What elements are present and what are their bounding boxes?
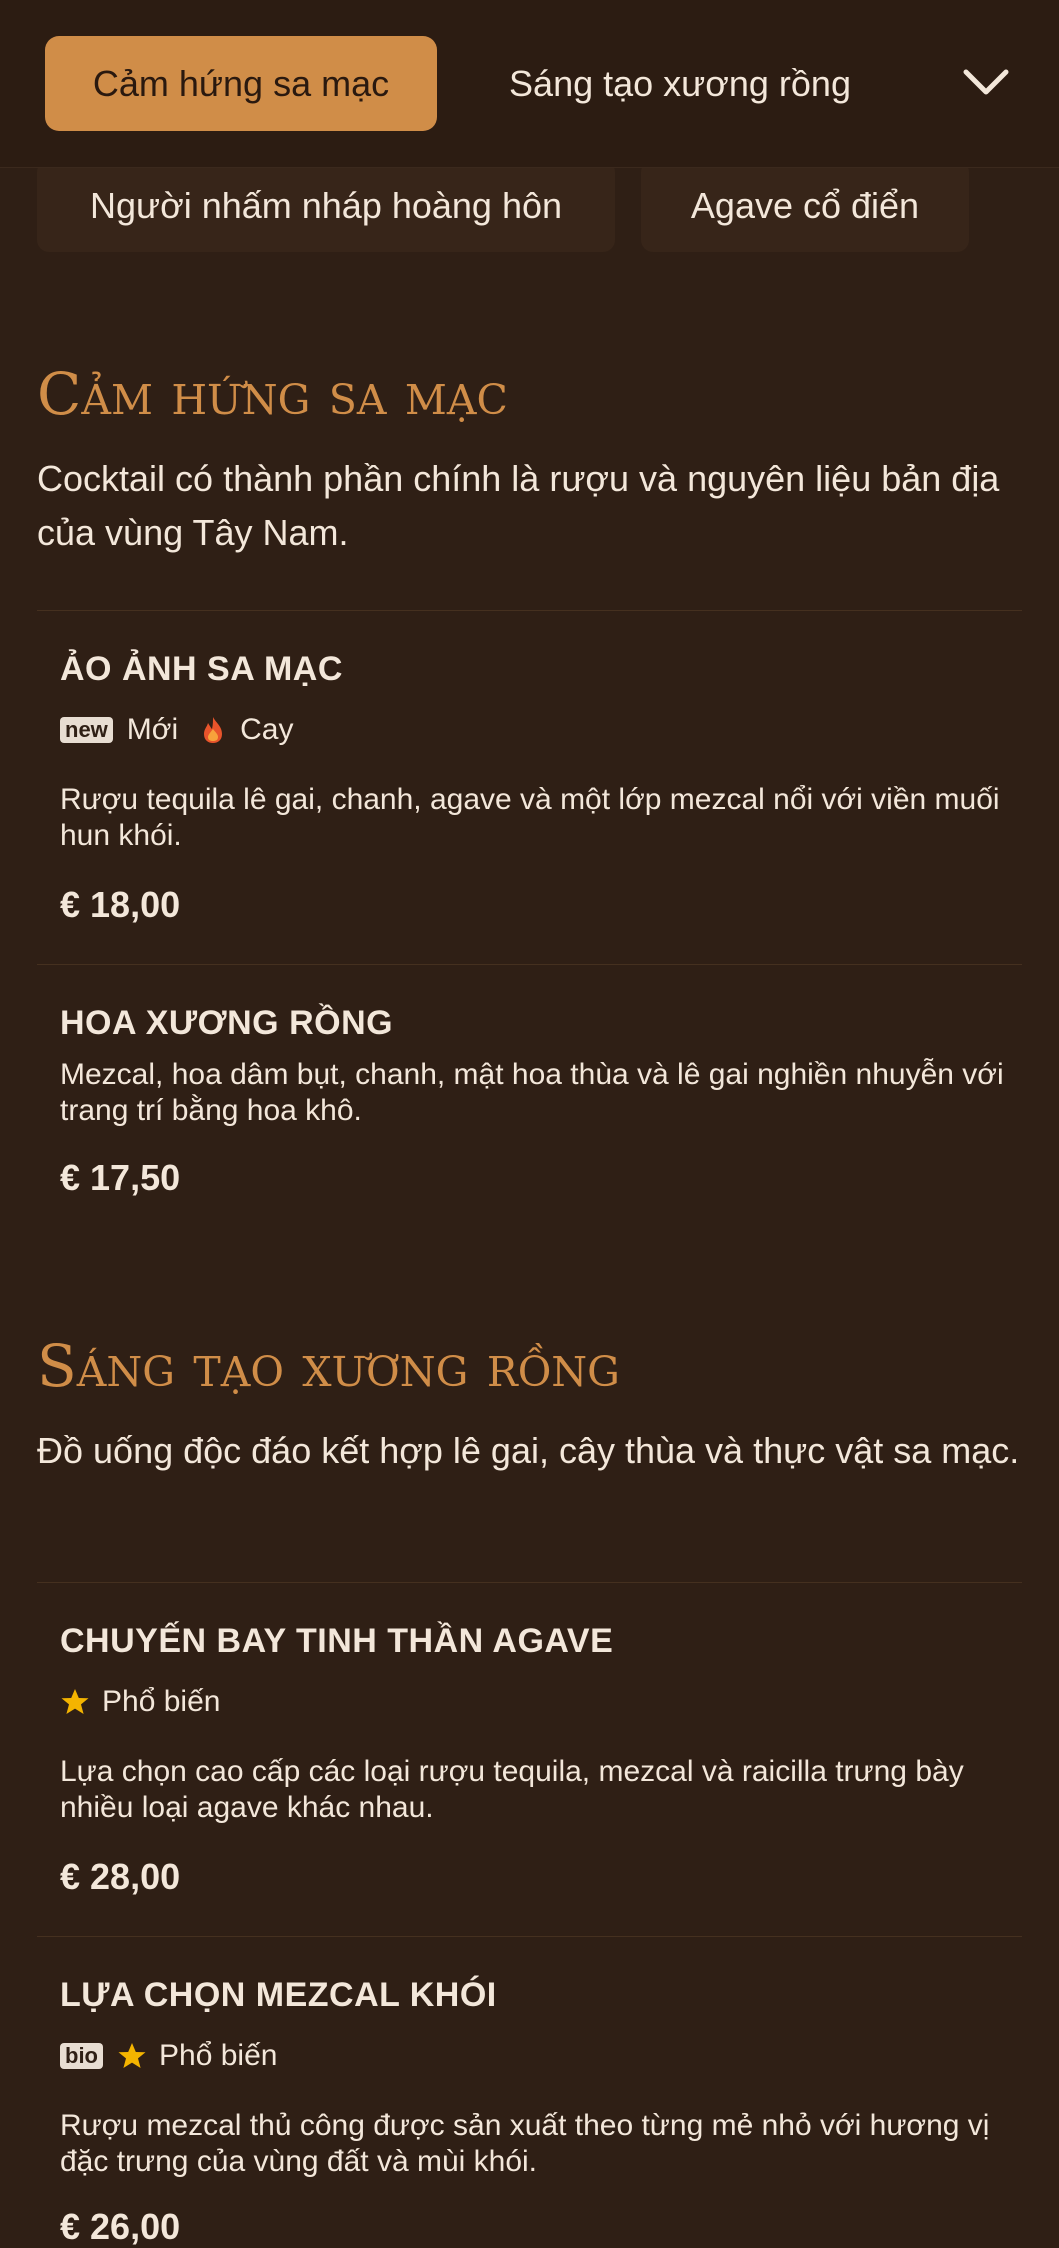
section-title: Cảm hứng sa mạc xyxy=(37,360,508,428)
star-icon xyxy=(61,1689,89,1714)
badge-label: Phổ biến xyxy=(102,1685,221,1718)
tab-label: Agave cổ điển xyxy=(690,185,920,226)
divider xyxy=(37,964,1022,965)
section-title: Sáng tạo xương rồng xyxy=(37,1332,620,1400)
divider xyxy=(37,1582,1022,1583)
item-description: Lựa chọn cao cấp các loại rượu tequila, … xyxy=(60,1755,964,1824)
item-name: LỰA CHỌN MEZCAL KHÓI xyxy=(60,1976,497,2014)
badge-label: Phổ biến xyxy=(159,2039,278,2072)
item-description: Mezcal, hoa dâm bụt, chanh, mật hoa thùa… xyxy=(60,1058,1004,1127)
chevron-down-icon[interactable] xyxy=(960,62,1012,102)
item-name: HOA XƯƠNG RỒNG xyxy=(60,1004,394,1042)
category-bar: Cảm hứng sa mạc Sáng tạo xương rồng xyxy=(0,0,1059,168)
item-price: € 18,00 xyxy=(60,884,181,925)
badge-label: Mới xyxy=(126,713,179,746)
item-badges: new Mới Cay xyxy=(60,710,313,750)
item-price: € 26,00 xyxy=(60,2206,181,2247)
new-badge: new xyxy=(60,717,113,743)
item-description: Rượu mezcal thủ công được sản xuất theo … xyxy=(60,2109,990,2178)
item-price: € 17,50 xyxy=(60,1157,181,1198)
bio-badge: bio xyxy=(60,2043,103,2069)
divider xyxy=(37,610,1022,611)
item-badges: Phổ biến xyxy=(60,1682,240,1722)
section-description: Cocktail có thành phần chính là rượu và … xyxy=(37,458,1000,553)
tab-label: Người nhấm nháp hoàng hôn xyxy=(89,185,563,226)
item-name: CHUYẾN BAY TINH THẦN AGAVE xyxy=(60,1622,614,1660)
item-price: € 28,00 xyxy=(60,1856,181,1897)
item-name: ẢO ẢNH SA MẠC xyxy=(60,650,343,688)
section-description: Đồ uống độc đáo kết hợp lê gai, cây thùa… xyxy=(37,1430,1020,1471)
badge-label: Cay xyxy=(240,713,294,746)
tab-classic-agave[interactable]: Agave cổ điển xyxy=(641,160,969,252)
item-description: Rượu tequila lê gai, chanh, agave và một… xyxy=(60,783,1000,852)
item-badges: bio Phổ biến xyxy=(60,2036,297,2076)
tab-label: Cảm hứng sa mạc xyxy=(92,62,390,104)
tab-cactus-creations[interactable]: Sáng tạo xương rồng xyxy=(470,36,890,131)
divider xyxy=(37,1936,1022,1937)
fire-icon xyxy=(204,717,223,743)
tab-label: Sáng tạo xương rồng xyxy=(509,62,851,104)
star-icon xyxy=(118,2043,146,2068)
tab-sunset-sipper[interactable]: Người nhấm nháp hoàng hôn xyxy=(37,160,615,252)
tab-desert-inspiration[interactable]: Cảm hứng sa mạc xyxy=(45,36,437,131)
